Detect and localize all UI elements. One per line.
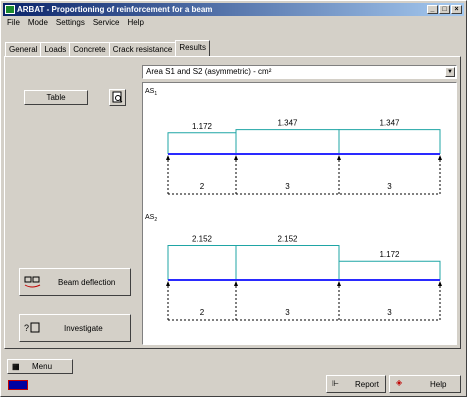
app-window: ARBAT - Proportioning of reinforcement f…	[0, 0, 467, 397]
menu-mode[interactable]: Mode	[24, 17, 52, 29]
menu-service[interactable]: Service	[89, 17, 124, 29]
bottom-span-area-2	[235, 244, 340, 280]
top-label: AS1	[145, 88, 157, 97]
top-bar-count-1: 2	[200, 182, 205, 191]
top-span-area-3	[338, 129, 441, 154]
bottom-bar-count-1: 2	[200, 308, 205, 317]
menu-settings[interactable]: Settings	[52, 17, 89, 29]
minimize-button[interactable]: _	[427, 5, 438, 14]
bottom-support-1	[166, 281, 170, 286]
menu-file[interactable]: File	[3, 17, 24, 29]
top-bar-count-3: 3	[387, 182, 392, 191]
maximize-button[interactable]: □	[439, 5, 450, 14]
svg-text:?: ?	[24, 323, 29, 333]
help-icon: ◈	[396, 378, 403, 387]
tab-loads[interactable]: Loads	[40, 42, 71, 56]
investigate-icon: ?	[24, 322, 40, 333]
report-icon: ⊩	[332, 379, 339, 388]
bottom-support-2	[234, 281, 238, 286]
help-button[interactable]: ◈ Help	[389, 375, 461, 393]
bottom-bar: ▦ Menu ⊩ Report ◈ Help	[1, 353, 466, 397]
beam-deflection-label: Beam deflection	[58, 278, 116, 287]
preview-button[interactable]	[109, 89, 126, 106]
tab-results[interactable]: Results	[175, 40, 210, 56]
top-span-value-2: 1.347	[277, 119, 298, 128]
tab-concrete[interactable]: Concrete	[69, 42, 110, 56]
menu-grid-icon: ▦	[12, 362, 20, 371]
results-panel: Table Beam deflection ? Investigate Area…	[4, 56, 461, 349]
result-type-value: Area S1 and S2 (asymmetric) - cm²	[146, 67, 272, 76]
window-title: ARBAT - Proportioning of reinforcement f…	[17, 5, 213, 14]
bottom-support-4	[438, 281, 442, 286]
company-logo	[8, 380, 28, 390]
top-support-2	[234, 155, 238, 160]
top-support-4	[438, 155, 442, 160]
close-button[interactable]: ×	[451, 5, 462, 14]
help-button-label: Help	[430, 380, 447, 389]
reinforcement-chart-area: AS1 1.172 2 1.347 3 1.347 3 AS2 2.152 2 2.152 3 1.17…	[142, 82, 457, 345]
report-button[interactable]: ⊩ Report	[326, 375, 386, 393]
bottom-bar-count-3: 3	[387, 308, 392, 317]
bottom-span-area-3	[338, 260, 441, 280]
bottom-support-3	[337, 281, 341, 286]
top-span-area-2	[235, 129, 340, 154]
table-button[interactable]: Table	[24, 90, 88, 105]
chevron-down-icon[interactable]: ▼	[445, 67, 455, 77]
top-span-value-3: 1.347	[379, 119, 400, 128]
print-preview-icon	[112, 91, 123, 103]
title-bar: ARBAT - Proportioning of reinforcement f…	[3, 3, 464, 16]
beam-deflection-button[interactable]: Beam deflection	[19, 268, 131, 296]
tab-general[interactable]: General	[5, 42, 42, 56]
bottom-bar-count-2: 3	[285, 308, 290, 317]
top-span-area-1	[167, 132, 237, 154]
left-column: Table Beam deflection ? Investigate	[5, 57, 137, 348]
bottom-span-value-2: 2.152	[277, 234, 298, 243]
top-support-3	[337, 155, 341, 160]
bottom-label: AS2	[145, 214, 157, 223]
result-type-select[interactable]: Area S1 and S2 (asymmetric) - cm² ▼	[142, 65, 457, 79]
beam-deflection-icon	[24, 276, 41, 288]
menu-button[interactable]: ▦ Menu	[7, 359, 73, 374]
bottom-span-area-1	[167, 244, 237, 280]
reinforcement-charts: AS1 1.172 2 1.347 3 1.347 3 AS2 2.152 2 2.152 3 1.17…	[145, 88, 442, 321]
bottom-span-value-3: 1.172	[379, 250, 400, 259]
report-button-label: Report	[355, 380, 380, 389]
menu-bar: File Mode Settings Service Help	[3, 17, 148, 29]
menu-help[interactable]: Help	[124, 17, 148, 29]
top-bar-count-2: 3	[285, 182, 290, 191]
top-span-value-1: 1.172	[192, 122, 213, 131]
bottom-span-value-1: 2.152	[192, 234, 213, 243]
investigate-label: Investigate	[64, 324, 103, 333]
tab-strip: General Loads Concrete Crack resistance …	[5, 40, 210, 56]
arbat-app-icon	[5, 5, 15, 14]
top-support-1	[166, 155, 170, 160]
menu-button-label: Menu	[32, 362, 53, 371]
tab-crack-resistance[interactable]: Crack resistance	[108, 42, 177, 56]
investigate-button[interactable]: ? Investigate	[19, 314, 131, 342]
